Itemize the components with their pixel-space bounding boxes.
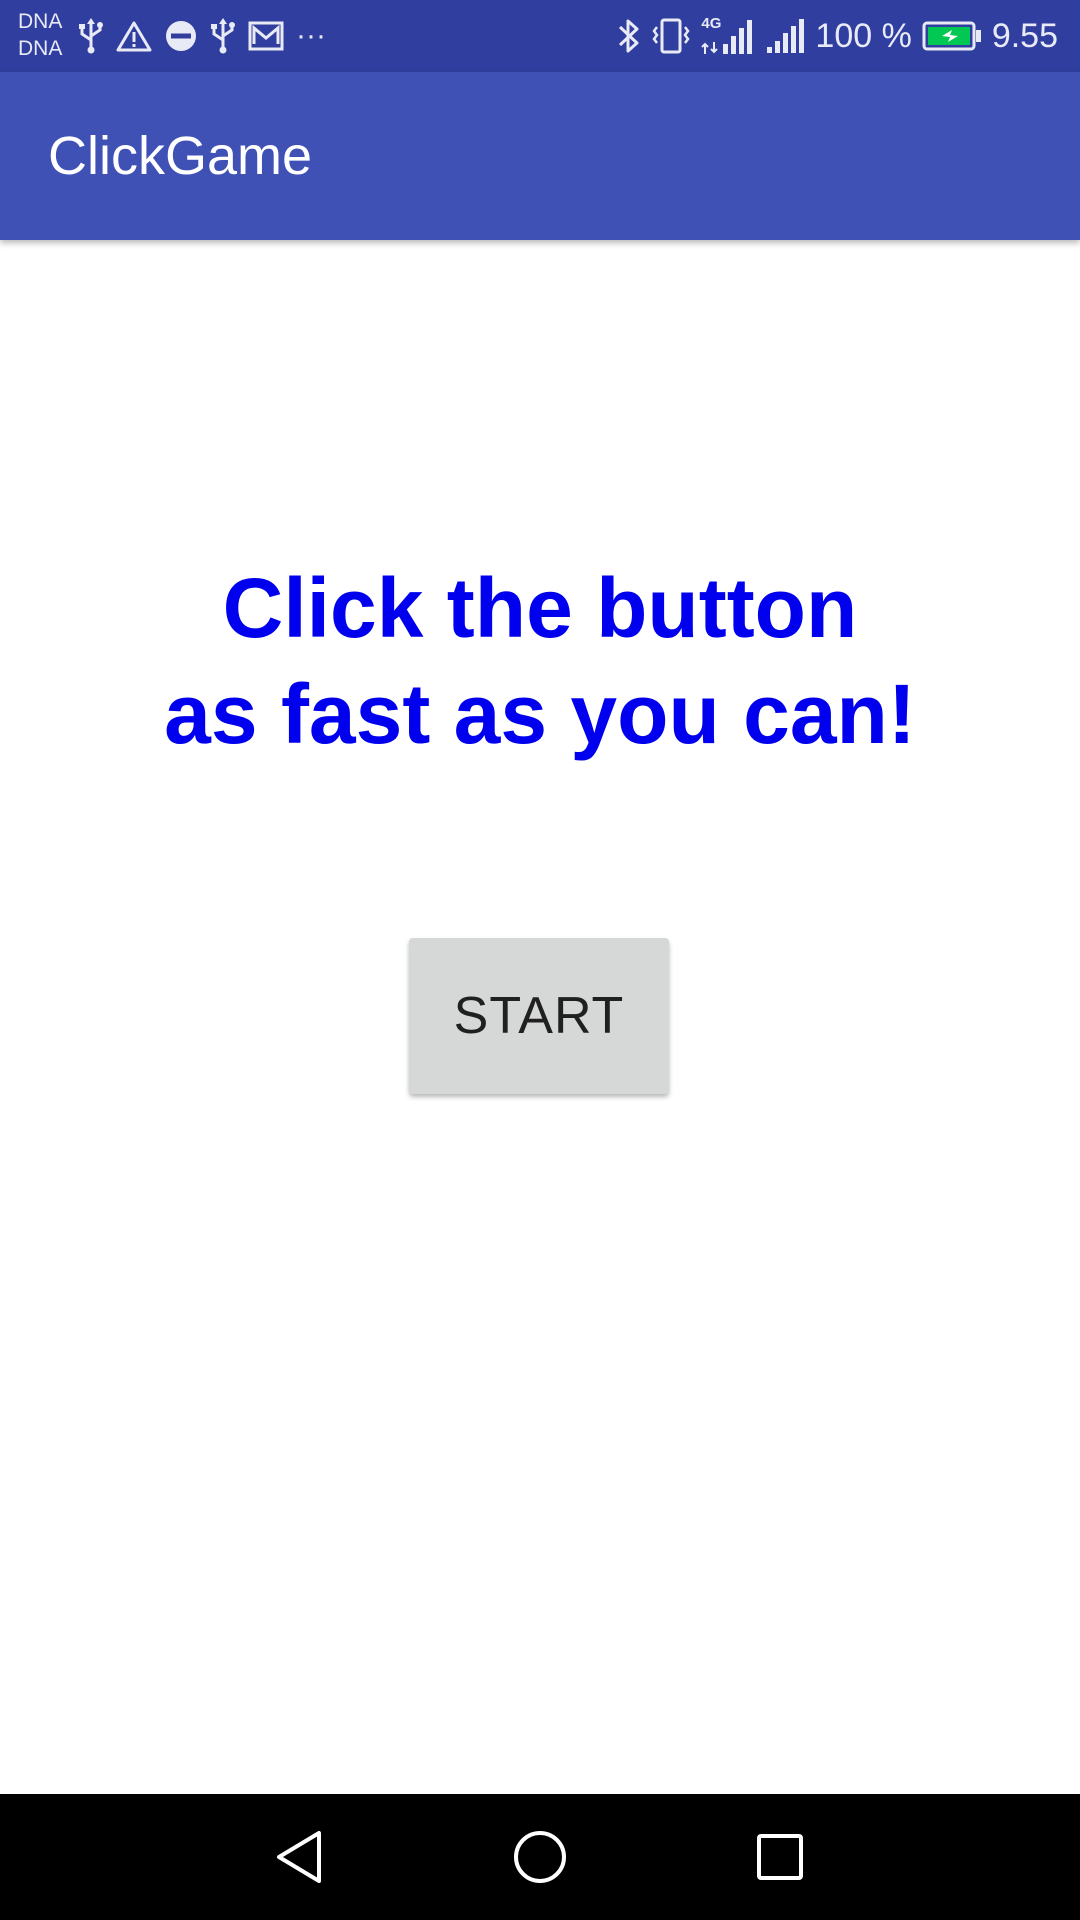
system-status: 4G 100 % 9.55 [617,12,1058,60]
recents-icon [755,1832,805,1882]
headline-line-1: Click the button [222,561,858,655]
screen: DNA DNA ··· 4G 100 % 9.55 ClickGame Clic… [0,0,1080,1920]
warning-icon [116,20,152,52]
do-not-disturb-icon [164,19,198,53]
start-button[interactable]: START [409,938,669,1094]
carrier-line-1: DNA [18,10,63,33]
carrier-line-2: DNA [18,37,63,60]
bluetooth-icon [617,17,641,55]
mail-icon [248,20,284,52]
carrier-label: DNA DNA [18,8,62,62]
signal-4g-icon: 4G [701,16,755,56]
home-button[interactable] [507,1824,573,1890]
navigation-bar [0,1794,1080,1920]
usb-icon [210,18,236,54]
app-bar: ClickGame [0,72,1080,240]
headline-line-2: as fast as you can! [164,667,916,761]
network-badge: 4G [701,15,722,32]
battery-charging-icon [922,20,982,52]
vibrate-icon [651,17,691,55]
clock: 9.55 [991,17,1058,55]
back-button[interactable] [267,1824,333,1890]
battery-percent: 100 % [815,17,912,55]
notification-icons: ··· [78,16,326,56]
back-icon [275,1829,325,1885]
home-icon [512,1829,568,1885]
status-bar: DNA DNA ··· 4G 100 % 9.55 [0,0,1080,72]
main-content: Click the button as fast as you can! STA… [0,240,1080,1794]
signal-icon [765,17,805,55]
instruction-headline: Click the button as fast as you can! [0,555,1080,767]
recents-button[interactable] [747,1824,813,1890]
usb-icon [78,18,104,54]
app-title: ClickGame [48,126,313,186]
overflow-indicator: ··· [296,19,326,52]
